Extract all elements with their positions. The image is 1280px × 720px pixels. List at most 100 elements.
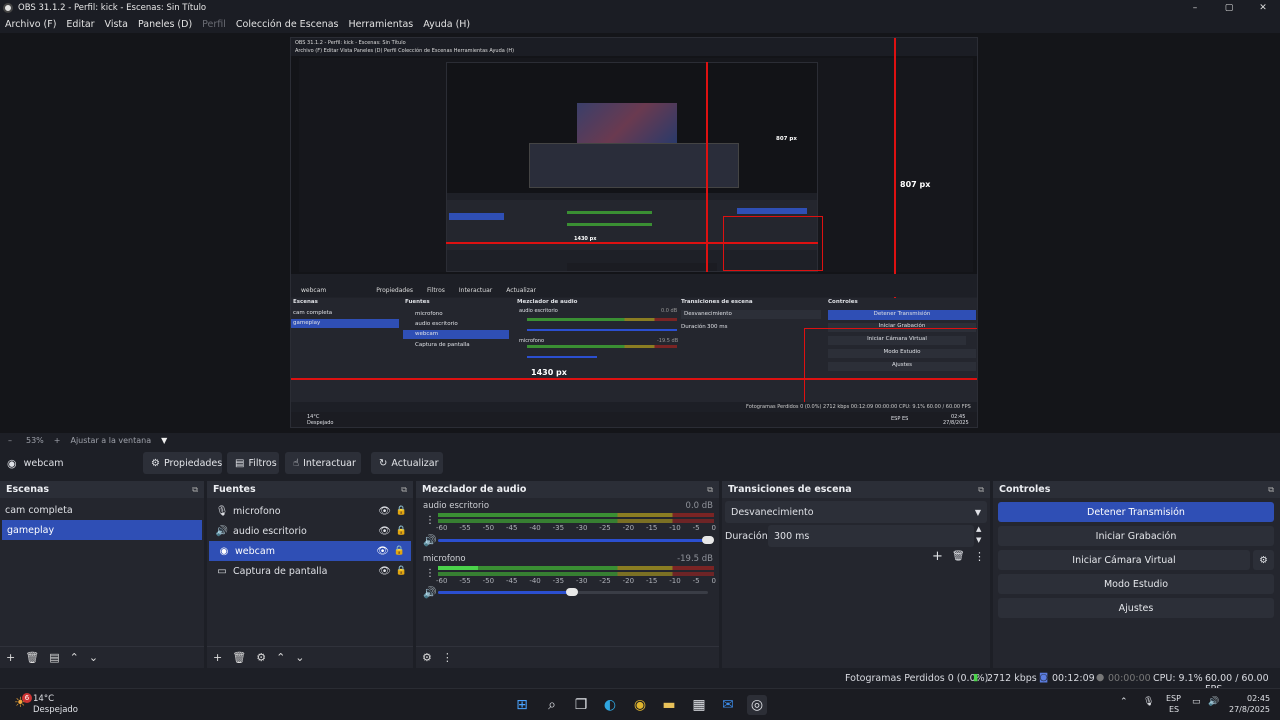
lock-icon[interactable]: 🔒 (394, 546, 405, 556)
window-title: OBS 31.1.2 - Perfil: kick - Escenas: Sin… (18, 3, 207, 13)
mixer-settings-icon[interactable]: ⚙ (422, 651, 432, 664)
studio-mode-button[interactable]: Modo Estudio (998, 574, 1274, 594)
close-button[interactable]: ✕ (1246, 0, 1280, 16)
volume-slider-handle[interactable] (702, 536, 714, 544)
start-recording-button[interactable]: Iniciar Grabación (998, 526, 1274, 546)
lang-1[interactable]: ESP (1166, 694, 1181, 703)
spin-down-icon[interactable]: ▼ (976, 536, 981, 544)
menu-paneles[interactable]: Paneles (D) (138, 19, 192, 30)
filters-button[interactable]: ▤ Filtros (227, 452, 279, 474)
start-icon[interactable]: ⊞ (512, 695, 532, 715)
obs-taskbar-icon[interactable]: ◎ (747, 695, 767, 715)
add-scene-icon[interactable]: + (6, 651, 15, 664)
trash-icon[interactable]: 🗑 (25, 651, 39, 664)
source-item[interactable]: ▭ Captura de pantalla 👁 🔒 (207, 561, 413, 581)
nested-dock-mixer: Mezclador de audio (517, 299, 578, 305)
menu-herramientas[interactable]: Herramientas (349, 19, 414, 30)
move-up-icon[interactable]: ⌃ (70, 651, 79, 664)
lock-icon[interactable]: 🔒 (396, 506, 407, 516)
undock-icon[interactable]: ⧉ (978, 485, 984, 495)
menu-archivo[interactable]: Archivo (F) (5, 19, 56, 30)
cpu-usage: CPU: 9.1% (1153, 673, 1203, 684)
volume-slider-handle[interactable] (566, 588, 578, 596)
duration-input[interactable]: 300 ms (768, 525, 974, 547)
search-icon[interactable]: ⌕ (542, 695, 562, 715)
spin-up-icon[interactable]: ▲ (976, 525, 981, 533)
kebab-menu-icon[interactable]: ⋮ (425, 515, 435, 526)
outlook-icon[interactable]: ✉ (718, 695, 738, 715)
menu-ayuda[interactable]: Ayuda (H) (423, 19, 470, 30)
scene-item[interactable]: cam completa (0, 500, 204, 520)
source-item-selected[interactable]: ◉ webcam 👁 🔒 (209, 541, 411, 561)
source-item[interactable]: 🎙 microfono 👁 🔒 (207, 501, 413, 521)
maximize-button[interactable]: ▢ (1212, 0, 1246, 16)
zoom-dropdown-icon[interactable]: ▼ (161, 436, 167, 445)
undock-icon[interactable]: ⧉ (192, 485, 198, 495)
undock-icon[interactable]: ⧉ (1268, 485, 1274, 495)
store-icon[interactable]: ▦ (689, 695, 709, 715)
zoom-out-button[interactable]: – (8, 436, 12, 445)
filter-icon[interactable]: ▤ (49, 651, 59, 664)
clock-date[interactable]: 27/8/2025 (1229, 705, 1270, 714)
volume-slider[interactable] (438, 539, 708, 542)
move-up-icon[interactable]: ⌃ (276, 651, 285, 664)
undock-icon[interactable]: ⧉ (401, 485, 407, 495)
microphone-icon[interactable]: 🎙 (1143, 697, 1154, 707)
volume-slider[interactable] (438, 591, 571, 594)
lang-2[interactable]: ES (1169, 705, 1179, 714)
nested-measure-line-v (706, 62, 708, 272)
minimize-button[interactable]: – (1178, 0, 1212, 16)
microphone-icon: 🎙 (215, 505, 229, 517)
chevron-up-icon[interactable]: ⌃ (1120, 697, 1128, 707)
lock-icon[interactable]: 🔒 (396, 566, 407, 576)
eye-icon[interactable]: 👁 (378, 526, 391, 537)
interact-button[interactable]: ☝ Interactuar (285, 452, 361, 474)
nested-src-2: webcam (403, 330, 509, 339)
bitrate: 2712 kbps (987, 673, 1037, 684)
kebab-menu-icon[interactable]: ⋮ (425, 568, 435, 579)
transition-select[interactable]: Desvanecimiento ▼ (725, 501, 987, 523)
speaker-icon[interactable]: 🔊 (423, 586, 437, 599)
folder-icon[interactable]: ▬ (659, 695, 679, 715)
undock-icon[interactable]: ⧉ (707, 485, 713, 495)
stop-streaming-button[interactable]: Detener Transmisión (998, 502, 1274, 522)
trash-icon[interactable]: 🗑 (952, 551, 965, 562)
transitions-header: Transiciones de escena (728, 484, 852, 495)
settings-button[interactable]: Ajustes (998, 598, 1274, 618)
menu-vista[interactable]: Vista (105, 19, 128, 30)
trash-icon[interactable]: 🗑 (232, 651, 246, 664)
kebab-menu-icon[interactable]: ⋮ (974, 550, 985, 563)
add-source-icon[interactable]: + (213, 651, 222, 664)
clock-time[interactable]: 02:45 (1247, 694, 1270, 703)
gear-icon[interactable]: ⚙ (256, 651, 266, 664)
level-meter (438, 513, 714, 517)
properties-button[interactable]: ⚙ Propiedades (143, 452, 222, 474)
speaker-icon[interactable]: 🔊 (423, 534, 437, 547)
menu-perfil[interactable]: Perfil (202, 19, 226, 30)
filters-label: Filtros (248, 457, 277, 469)
scene-item-selected[interactable]: gameplay (2, 520, 202, 540)
virtual-camera-settings-icon[interactable]: ⚙ (1253, 550, 1274, 570)
refresh-button[interactable]: ↻ Actualizar (371, 452, 443, 474)
eye-icon[interactable]: 👁 (378, 506, 391, 517)
eye-icon[interactable]: 👁 (378, 566, 391, 577)
menu-editar[interactable]: Editar (66, 19, 94, 30)
task-view-icon[interactable]: ❐ (571, 695, 591, 715)
start-virtual-camera-button[interactable]: Iniciar Cámara Virtual (998, 550, 1250, 570)
edge-icon[interactable]: ◐ (600, 695, 620, 715)
chrome-icon[interactable]: ◉ (630, 695, 650, 715)
add-transition-icon[interactable]: + (932, 549, 943, 564)
move-down-icon[interactable]: ⌄ (295, 651, 304, 664)
volume-icon[interactable]: 🔊 (1208, 697, 1219, 707)
source-item[interactable]: 🔊 audio escritorio 👁 🔒 (207, 521, 413, 541)
nested-screen-capture: OBS 31.1.2 - Perfil: kick - Escenas: Sin… (290, 37, 978, 428)
lock-icon[interactable]: 🔒 (396, 526, 407, 536)
nested-mix-ch2: microfono (519, 338, 545, 344)
eye-icon[interactable]: 👁 (376, 546, 389, 557)
zoom-in-button[interactable]: + (54, 436, 61, 445)
kebab-menu-icon[interactable]: ⋮ (442, 651, 453, 664)
menu-coleccion[interactable]: Colección de Escenas (236, 19, 339, 30)
zoom-fit-label[interactable]: Ajustar a la ventana (70, 436, 151, 445)
network-icon[interactable]: ▭ (1192, 697, 1201, 707)
move-down-icon[interactable]: ⌄ (89, 651, 98, 664)
